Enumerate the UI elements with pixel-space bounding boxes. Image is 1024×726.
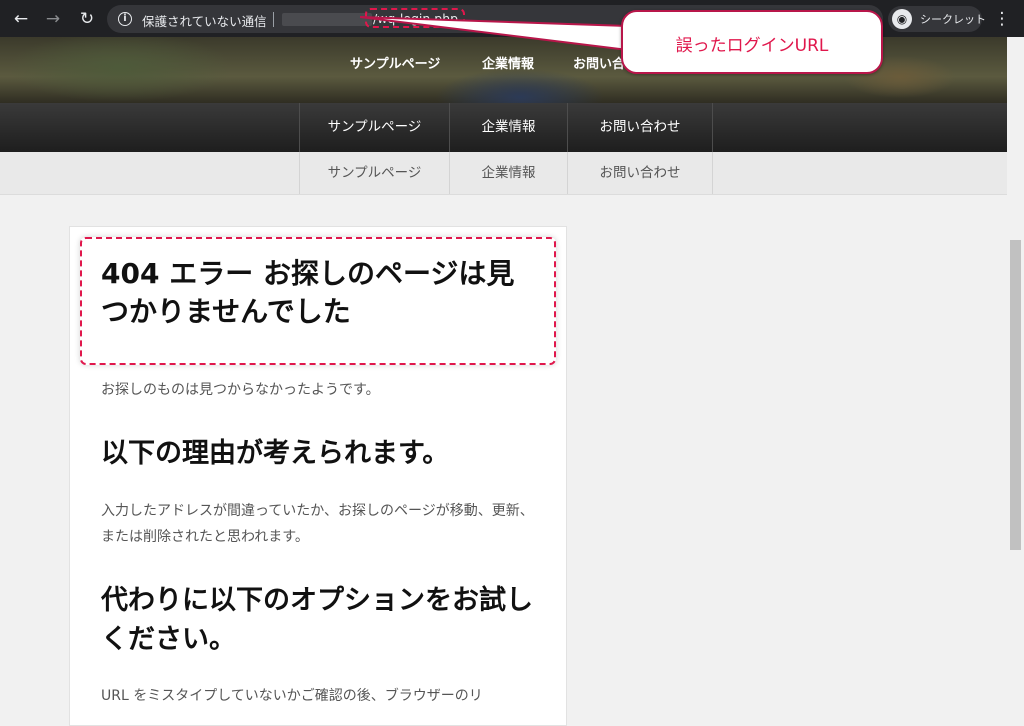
incognito-badge[interactable]: ◉ シークレット: [888, 6, 986, 32]
subnav-item-contact[interactable]: お問い合わせ: [568, 152, 712, 194]
nav-divider: [712, 103, 713, 152]
blurred-hostname: [282, 13, 372, 26]
callout-text: 誤ったログインURL: [675, 36, 829, 56]
subnav-item-company[interactable]: 企業情報: [450, 152, 567, 194]
security-status[interactable]: 保護されていない通信: [142, 11, 267, 30]
incognito-label: シークレット: [920, 13, 986, 26]
nav-item-contact[interactable]: お問い合わせ: [568, 103, 712, 152]
forward-arrow-icon[interactable]: →: [42, 8, 64, 30]
more-menu-icon[interactable]: ⋮: [992, 8, 1012, 30]
incognito-icon: ◉: [892, 9, 912, 29]
page-title: 404 エラー お探しのページは見つかりませんでした: [101, 257, 515, 328]
info-icon[interactable]: i: [118, 12, 132, 26]
options-text: URL をミスタイプしていないかご確認の後、ブラウザーのリ: [101, 688, 483, 704]
heading-reasons: 以下の理由が考えられます。: [101, 438, 450, 469]
callout-pointer: [360, 16, 629, 51]
reasons-text: 入力したアドレスが間違っていたか、お探しのページが移動、更新、または削除されたと…: [101, 503, 534, 545]
back-arrow-icon[interactable]: ←: [10, 8, 32, 30]
page-scrollbar[interactable]: [1007, 37, 1024, 708]
reload-icon[interactable]: ↻: [76, 8, 98, 30]
nav-item-sample-page[interactable]: サンプルページ: [300, 103, 449, 152]
nav-item-company[interactable]: 企業情報: [450, 103, 567, 152]
sub-nav: サンプルページ 企業情報 お問い合わせ: [0, 152, 1007, 195]
subnav-divider: [712, 152, 713, 194]
scrollbar-thumb[interactable]: [1010, 240, 1021, 550]
global-nav: サンプルページ 企業情報 お問い合わせ: [0, 103, 1007, 152]
annotation-callout: 誤ったログインURL: [621, 10, 883, 74]
address-separator: [273, 12, 274, 27]
subnav-item-sample-page[interactable]: サンプルページ: [300, 152, 449, 194]
heading-options: 代わりに以下のオプションをお試しください。: [101, 585, 533, 655]
intro-text: お探しのものは見つからなかったようです。: [101, 382, 380, 398]
